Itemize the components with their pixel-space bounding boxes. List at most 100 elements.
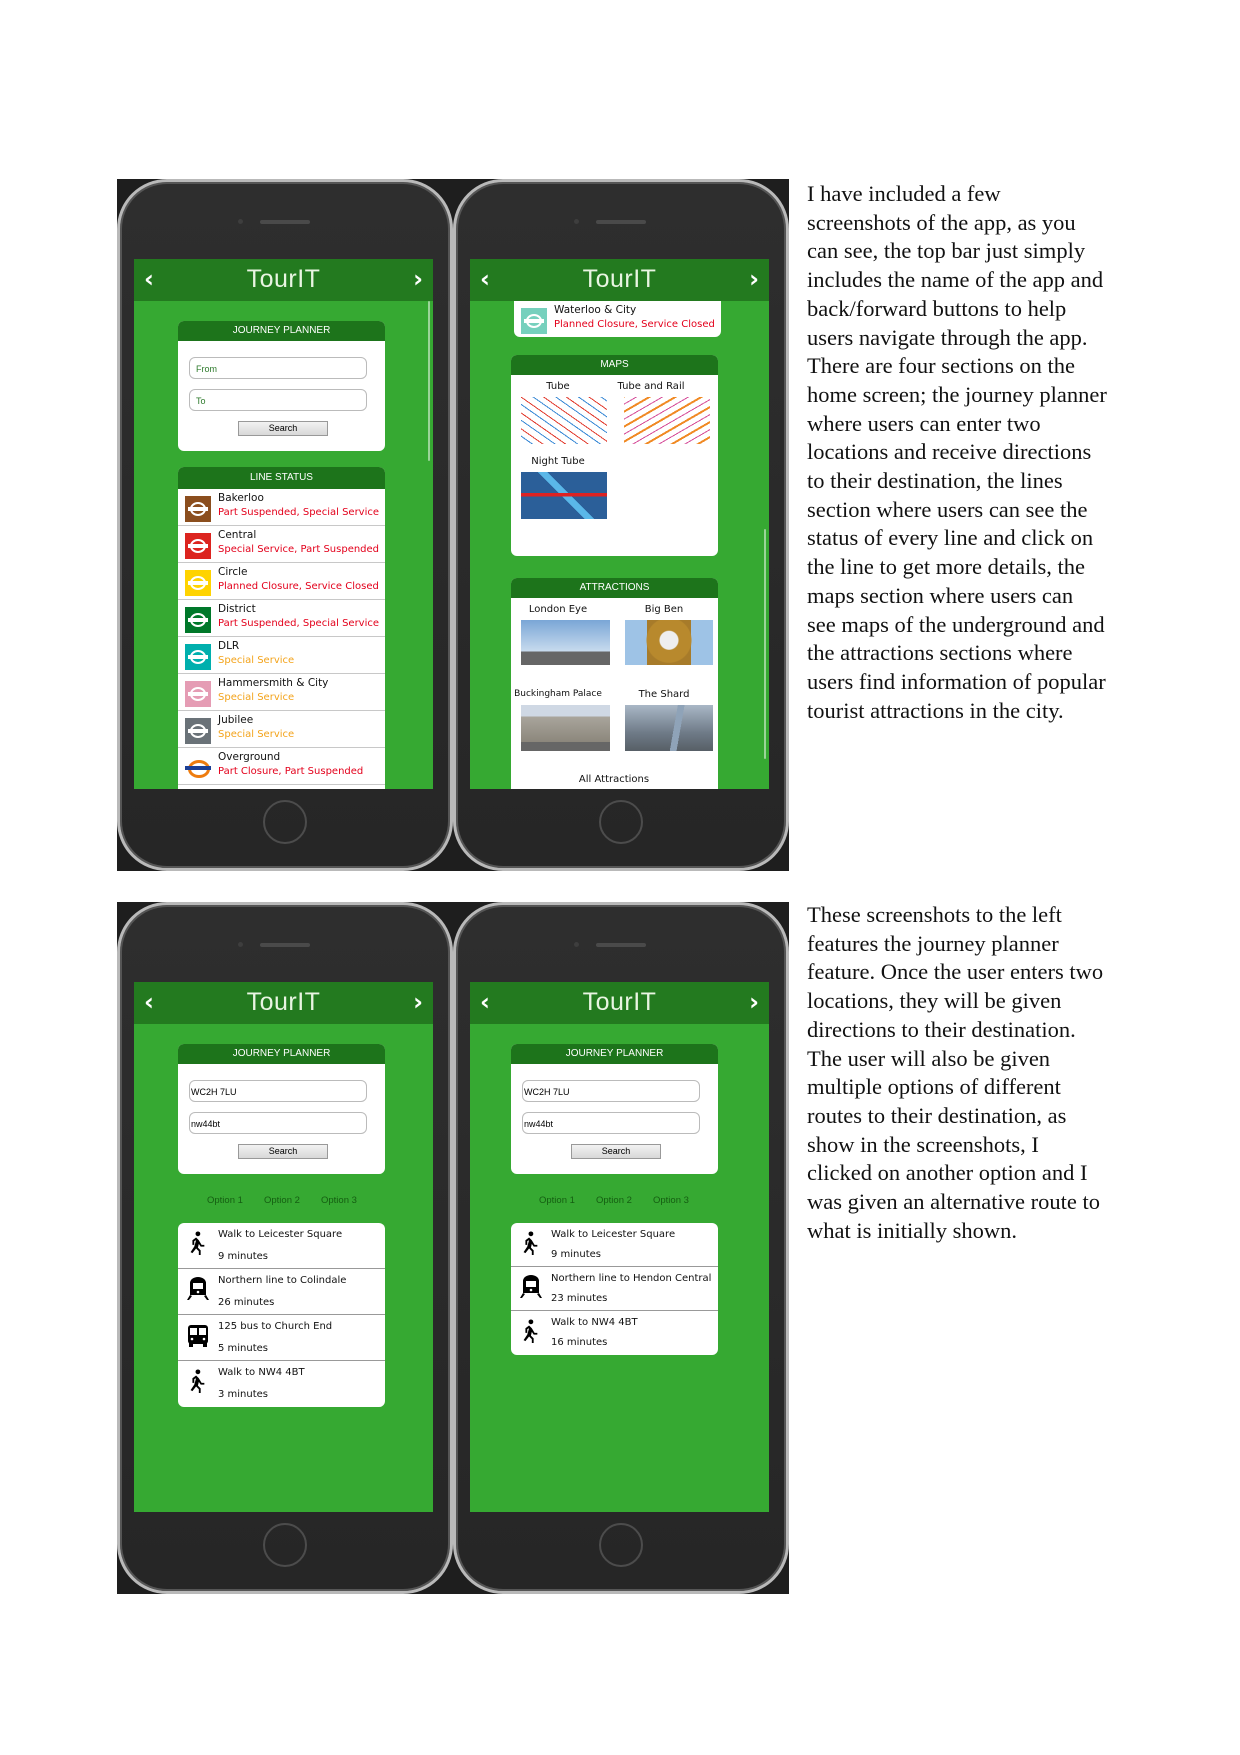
line-status: Part Closure, Part Suspended	[218, 766, 364, 777]
route-step[interactable]: 125 bus to Church End 5 minutes	[178, 1315, 385, 1361]
the-shard-image[interactable]	[625, 705, 713, 751]
to-input[interactable]: nw44bt	[522, 1112, 700, 1134]
home-button[interactable]	[263, 800, 307, 844]
scrollbar[interactable]	[764, 529, 766, 759]
roundel-icon	[185, 607, 211, 633]
route-card: Walk to Leicester Square 9 minutes Norther…	[178, 1223, 385, 1407]
chevron-right-icon[interactable]: ›	[749, 988, 759, 1016]
option-3-tab[interactable]: Option 3	[321, 1195, 357, 1206]
walk-icon	[519, 1319, 543, 1345]
card-title: JOURNEY PLANNER	[178, 321, 385, 341]
route-step-duration: 26 minutes	[218, 1297, 275, 1308]
line-status-row[interactable]: District Part Suspended, Special Service	[178, 600, 385, 637]
line-status-row[interactable]: Central Special Service, Part Suspended	[178, 526, 385, 563]
home-button[interactable]	[599, 800, 643, 844]
line-name: Bakerloo	[218, 492, 264, 504]
from-input[interactable]: WC2H 7LU	[522, 1080, 700, 1102]
line-status-row[interactable]: Circle Planned Closure, Service Closed	[178, 563, 385, 600]
home-button[interactable]	[263, 1523, 307, 1567]
option-3-tab[interactable]: Option 3	[653, 1195, 689, 1206]
route-step[interactable]: Walk to NW4 4BT 3 minutes	[178, 1361, 385, 1407]
camera	[574, 942, 579, 947]
route-step-title: Walk to Leicester Square	[218, 1229, 343, 1240]
chevron-right-icon[interactable]: ›	[413, 988, 423, 1016]
route-step-title: Walk to NW4 4BT	[551, 1317, 638, 1328]
app-title: TourIT	[582, 265, 657, 293]
card-title: JOURNEY PLANNER	[178, 1044, 385, 1064]
search-button[interactable]: Search	[571, 1144, 661, 1159]
big-ben-image[interactable]	[625, 620, 713, 665]
maps-card: MAPS Tube Tube and Rail Night Tube	[511, 355, 718, 556]
attractions-card: ATTRACTIONS London Eye Big Ben Buckingha…	[511, 578, 718, 789]
card-title: LINE STATUS	[178, 467, 385, 489]
to-input[interactable]: nw44bt	[189, 1112, 367, 1134]
line-status-row[interactable]: Bakerloo Part Suspended, Special Service	[178, 489, 385, 526]
phone-journey-1: ‹ TourIT › JOURNEY PLANNER WC2H 7LU nw44…	[117, 902, 453, 1594]
route-step[interactable]: Walk to NW4 4BT 16 minutes	[511, 1311, 718, 1355]
line-status-card: LINE STATUS Bakerloo Part Suspended, Spec…	[178, 467, 385, 789]
line-status: Part Suspended, Special Service	[218, 618, 380, 629]
line-status: Planned Closure, Service Closed	[218, 581, 379, 592]
speaker	[260, 220, 310, 224]
route-step[interactable]: Northern line to Hendon Central 23 minute…	[511, 1267, 718, 1311]
walk-icon	[186, 1369, 210, 1395]
search-button[interactable]: Search	[238, 1144, 328, 1159]
line-status-row[interactable]: DLR Special Service	[178, 637, 385, 674]
line-status-row[interactable]: Waterloo & City Planned Closure, Service …	[514, 301, 721, 334]
route-step[interactable]: Walk to Leicester Square 9 minutes	[511, 1223, 718, 1267]
speaker	[260, 943, 310, 947]
app-header: ‹ TourIT ›	[134, 982, 433, 1024]
line-status: Special Service, Part Suspended	[218, 544, 380, 555]
line-name: Waterloo & City	[554, 304, 637, 316]
chevron-right-icon[interactable]: ›	[749, 265, 759, 293]
search-button[interactable]: Search	[238, 421, 328, 436]
option-2-tab[interactable]: Option 2	[596, 1195, 632, 1206]
route-step-title: Northern line to Hendon Central	[551, 1273, 712, 1284]
app-header: ‹ TourIT ›	[470, 259, 769, 301]
buckingham-palace-image[interactable]	[521, 705, 610, 751]
line-name: Circle	[218, 566, 248, 578]
option-1-tab[interactable]: Option 1	[539, 1195, 575, 1206]
walk-icon	[519, 1231, 543, 1257]
night-tube-map-thumbnail[interactable]	[521, 472, 607, 519]
app-header: ‹ TourIT ›	[470, 982, 769, 1024]
chevron-right-icon[interactable]: ›	[413, 265, 423, 293]
journey-planner-card: JOURNEY PLANNER WC2H 7LU nw44bt Search	[511, 1044, 718, 1174]
line-status-row[interactable]: Overground Part Closure, Part Suspended	[178, 748, 385, 785]
route-step-duration: 23 minutes	[551, 1293, 608, 1304]
route-step-duration: 9 minutes	[218, 1251, 269, 1262]
london-eye-image[interactable]	[521, 620, 610, 665]
route-step-duration: 16 minutes	[551, 1337, 608, 1348]
train-icon	[186, 1277, 210, 1303]
app-title: TourIT	[582, 988, 657, 1016]
app-title: TourIT	[246, 988, 321, 1016]
tube-rail-map-thumbnail[interactable]	[624, 397, 710, 444]
home-button[interactable]	[599, 1523, 643, 1567]
roundel-icon	[185, 570, 211, 596]
phone-home-1: ‹ TourIT › JOURNEY PLANNER From To Searc…	[117, 179, 453, 871]
to-input[interactable]: To	[189, 389, 367, 411]
from-input[interactable]: From	[189, 357, 367, 379]
option-2-tab[interactable]: Option 2	[264, 1195, 300, 1206]
tube-map-thumbnail[interactable]	[521, 397, 607, 444]
roundel-icon	[521, 308, 547, 334]
line-status-row[interactable]: Jubilee Special Service	[178, 711, 385, 748]
line-status: Special Service	[218, 692, 295, 703]
line-name: Central	[218, 529, 257, 541]
line-name: Hammersmith & City	[218, 677, 329, 689]
route-step[interactable]: Walk to Leicester Square 9 minutes	[178, 1223, 385, 1269]
map-label-tube: Tube	[546, 381, 570, 392]
from-input[interactable]: WC2H 7LU	[189, 1080, 367, 1102]
attraction-label: Big Ben	[644, 604, 684, 615]
scrollbar[interactable]	[428, 301, 430, 461]
attraction-label: The Shard	[638, 689, 690, 700]
option-1-tab[interactable]: Option 1	[207, 1195, 243, 1206]
line-status-row[interactable]: Hammersmith & City Special Service	[178, 674, 385, 711]
all-attractions-link[interactable]: All Attractions	[564, 774, 664, 785]
route-step[interactable]: Northern line to Colindale 26 minutes	[178, 1269, 385, 1315]
line-name: District	[218, 603, 256, 615]
camera	[238, 219, 243, 224]
description-paragraph-1: I have included a few screenshots of the…	[807, 181, 1107, 723]
card-title: JOURNEY PLANNER	[511, 1044, 718, 1064]
route-step-title: Walk to NW4 4BT	[218, 1367, 305, 1378]
